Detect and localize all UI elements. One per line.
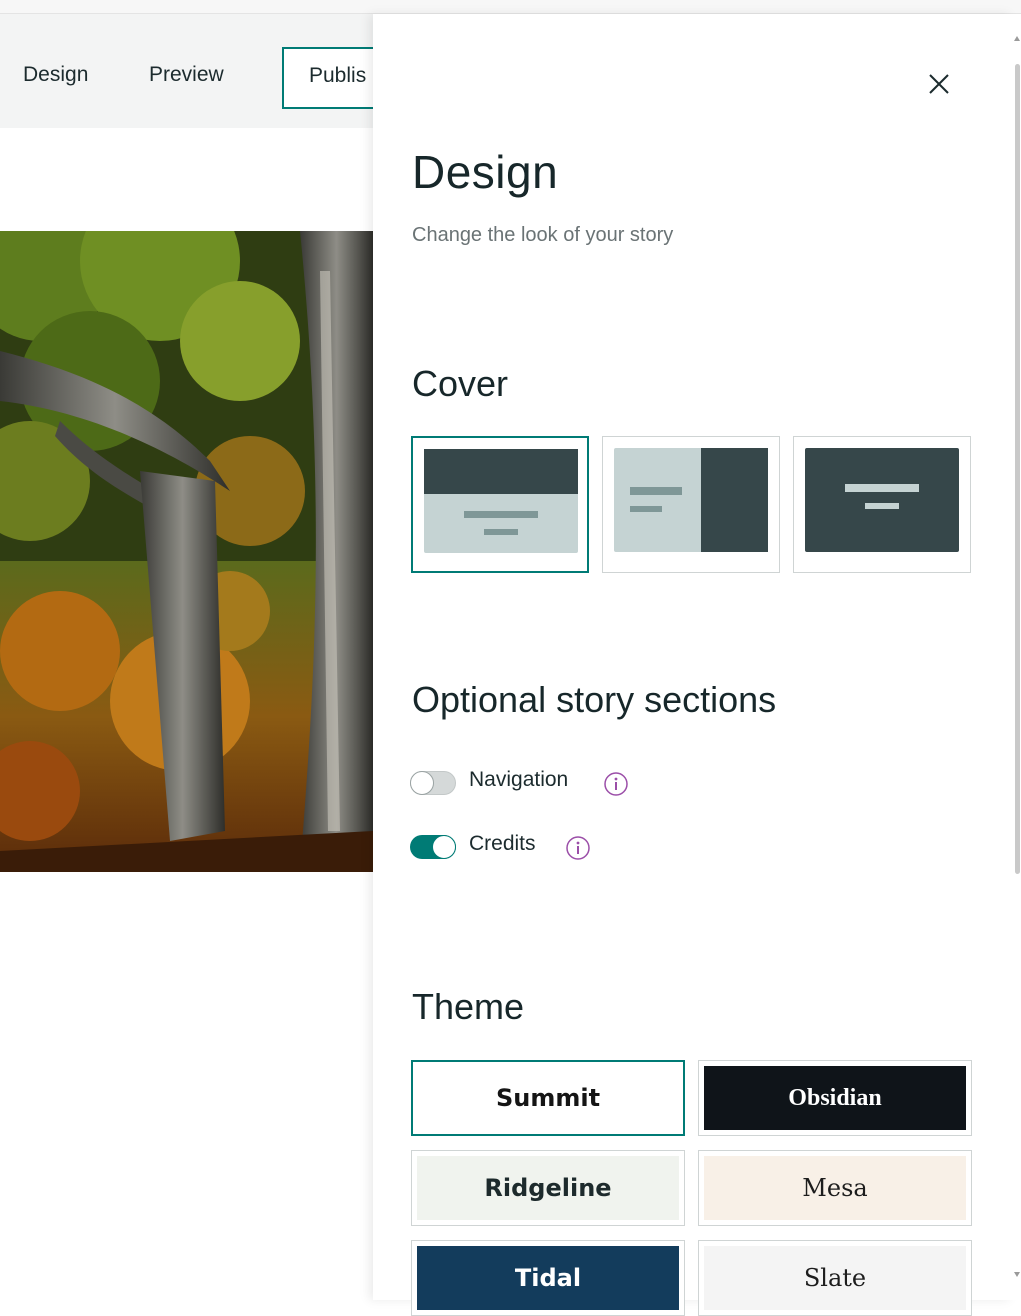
theme-slate-label: Slate (704, 1246, 966, 1310)
tab-design[interactable]: Design (23, 63, 88, 87)
tab-preview[interactable]: Preview (149, 63, 224, 87)
cover-option-full[interactable] (793, 436, 971, 573)
theme-ridgeline-label: Ridgeline (417, 1156, 679, 1220)
story-cover-image (0, 231, 373, 872)
close-button[interactable] (921, 66, 957, 102)
drawer-subtitle: Change the look of your story (412, 224, 674, 246)
theme-tidal-label: Tidal (417, 1246, 679, 1310)
publish-button-label: Publis (309, 64, 367, 87)
cover-top-band-thumbnail (424, 449, 578, 553)
theme-slate[interactable]: Slate (698, 1240, 972, 1316)
theme-summit-label: Summit (417, 1066, 679, 1130)
toggle-knob (432, 835, 456, 859)
optional-sections-title: Optional story sections (412, 679, 777, 720)
builder-header: Design Preview Publis (0, 14, 402, 128)
scroll-up-icon[interactable] (1014, 36, 1020, 41)
toggle-knob (410, 771, 434, 795)
cover-full-thumbnail (805, 448, 959, 552)
navigation-toggle[interactable] (410, 771, 456, 795)
theme-ridgeline[interactable]: Ridgeline (411, 1150, 685, 1226)
credits-toggle[interactable] (410, 835, 456, 859)
info-icon[interactable] (603, 771, 629, 797)
theme-mesa-label: Mesa (704, 1156, 966, 1220)
cover-side-panel-thumbnail (614, 448, 768, 552)
info-icon[interactable] (565, 835, 591, 861)
theme-mesa[interactable]: Mesa (698, 1150, 972, 1226)
navigation-label: Navigation (469, 768, 569, 791)
credits-label: Credits (469, 832, 536, 855)
browser-top-strip (0, 0, 1021, 14)
theme-section-title: Theme (412, 986, 525, 1027)
cover-option-side-panel[interactable] (602, 436, 780, 573)
forest-photo (0, 231, 373, 872)
drawer-scrollbar[interactable] (1013, 14, 1021, 1300)
close-icon (929, 74, 949, 94)
theme-obsidian-label: Obsidian (704, 1066, 966, 1130)
scroll-down-icon[interactable] (1014, 1272, 1020, 1277)
theme-obsidian[interactable]: Obsidian (698, 1060, 972, 1136)
theme-tidal[interactable]: Tidal (411, 1240, 685, 1316)
scroll-thumb[interactable] (1015, 64, 1020, 874)
drawer-title: Design (412, 146, 559, 198)
design-drawer: Design Change the look of your story Cov… (373, 14, 1013, 1316)
cover-section-title: Cover (412, 363, 509, 404)
cover-option-top-band[interactable] (411, 436, 589, 573)
theme-summit[interactable]: Summit (411, 1060, 685, 1136)
